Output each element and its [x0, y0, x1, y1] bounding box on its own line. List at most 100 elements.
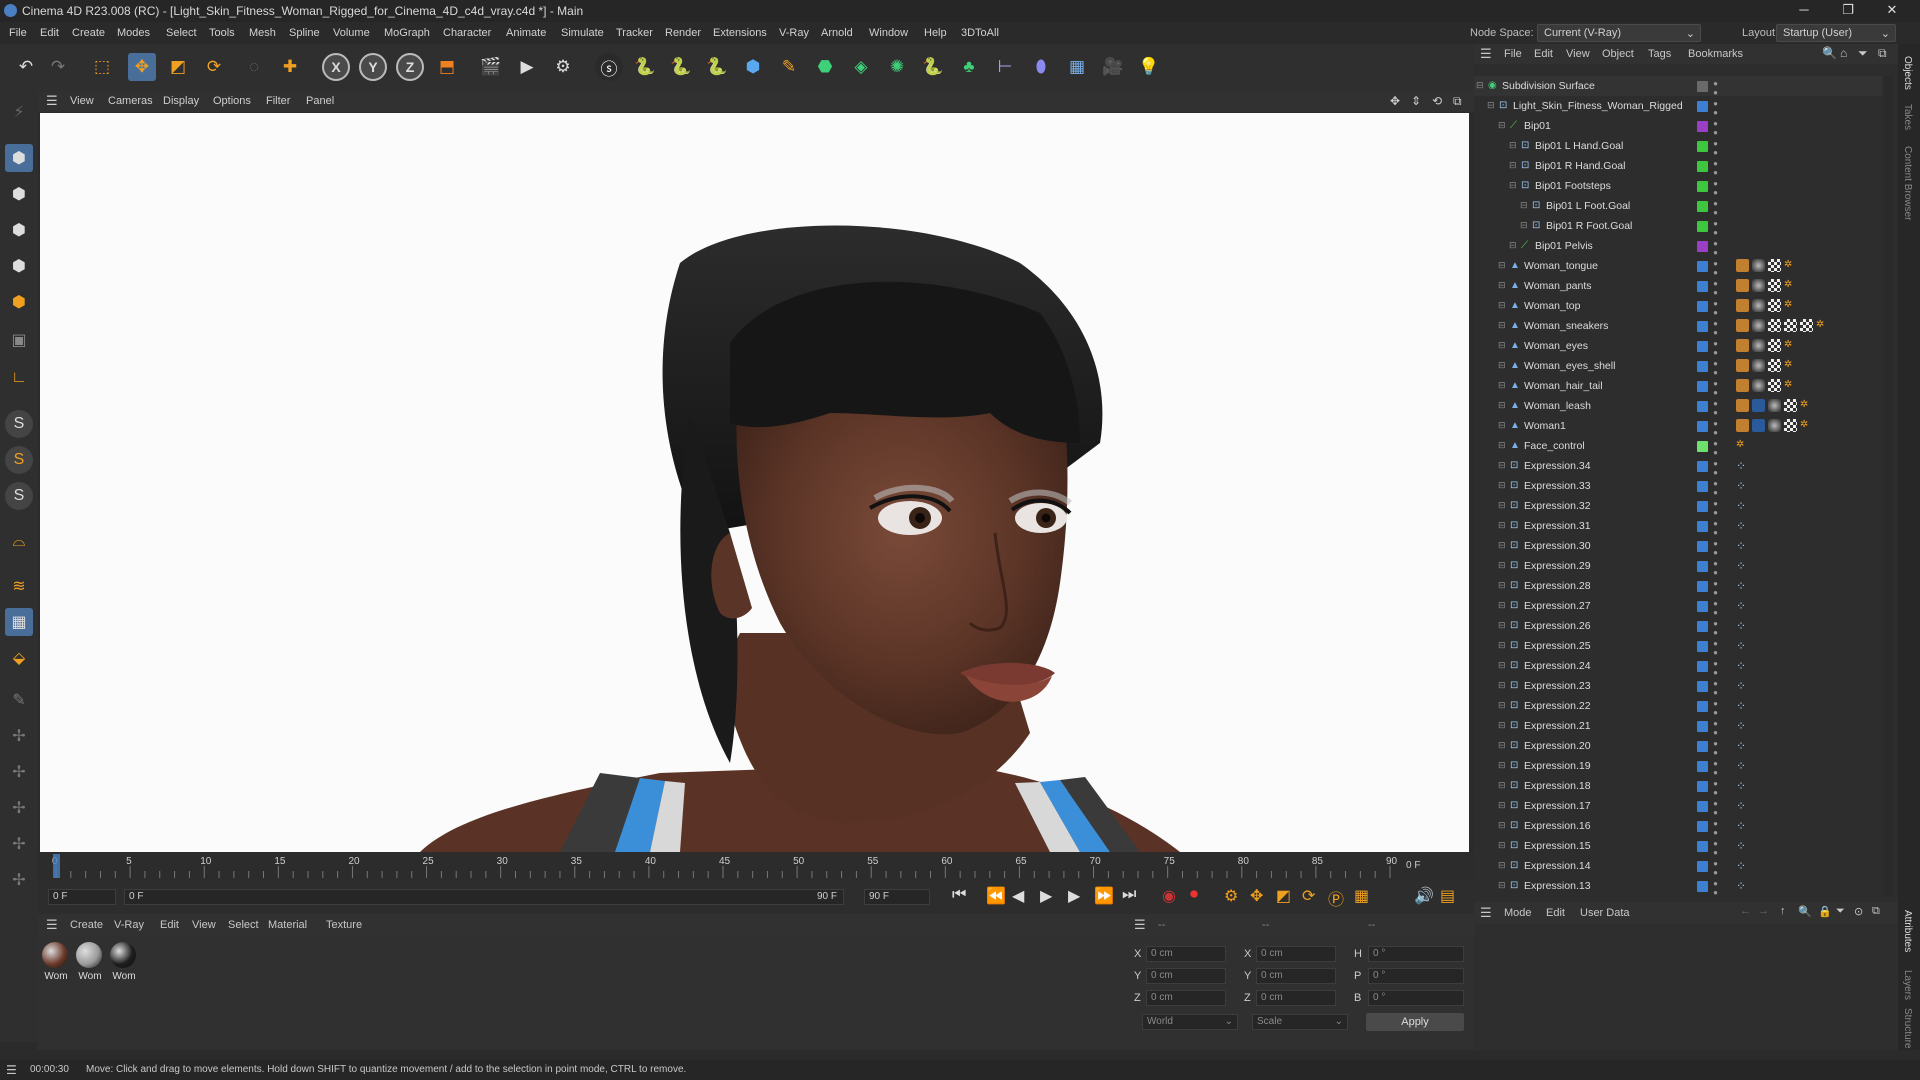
- expand-toggle-icon[interactable]: ⊟: [1509, 140, 1520, 151]
- cube-primitive-icon[interactable]: ⬢: [739, 53, 767, 81]
- object-row[interactable]: ⊟ ⊡ Expression.30 ●● ⁘: [1474, 536, 1882, 557]
- expand-toggle-icon[interactable]: ⊟: [1498, 620, 1509, 631]
- layer-color-swatch[interactable]: [1697, 181, 1708, 192]
- hamburger-icon[interactable]: ☰: [1134, 917, 1146, 933]
- object-row[interactable]: ⊟ ▲ Face_control ●● ✲: [1474, 436, 1882, 457]
- expand-toggle-icon[interactable]: ⊟: [1498, 540, 1509, 551]
- hamburger-icon[interactable]: ☰: [1480, 46, 1492, 62]
- layout-dropdown[interactable]: Startup (User) ⌄: [1776, 24, 1896, 42]
- object-row[interactable]: ⊟ ⊡ Expression.32 ●● ⁘: [1474, 496, 1882, 517]
- snap-settings-icon[interactable]: S: [5, 446, 33, 474]
- mat-tag-icon[interactable]: [1752, 379, 1765, 392]
- menu-simulate[interactable]: Simulate: [561, 27, 604, 39]
- rotation-field[interactable]: 0 °: [1368, 946, 1464, 962]
- scale-tool-icon[interactable]: ◩: [164, 53, 192, 81]
- expand-toggle-icon[interactable]: ⊟: [1476, 80, 1487, 91]
- visibility-dots-icon[interactable]: ●●: [1711, 139, 1720, 157]
- layer-color-swatch[interactable]: [1697, 841, 1708, 852]
- expand-toggle-icon[interactable]: ⊟: [1498, 640, 1509, 651]
- attr-menu-edit[interactable]: Edit: [1546, 907, 1565, 919]
- expand-toggle-icon[interactable]: ⊟: [1498, 440, 1509, 451]
- xpresso-tag-icon[interactable]: ⁘: [1736, 559, 1749, 573]
- check-tag-icon[interactable]: [1800, 319, 1813, 332]
- object-row[interactable]: ⊟ ▲ Woman_leash ●● ✲: [1474, 396, 1882, 417]
- expand-toggle-icon[interactable]: ⊟: [1520, 200, 1531, 211]
- visibility-dots-icon[interactable]: ●●: [1711, 499, 1720, 517]
- edge-mode-icon[interactable]: ⬢: [5, 252, 33, 280]
- check-tag-icon[interactable]: [1768, 319, 1781, 332]
- xpresso-tag-icon[interactable]: ⁘: [1736, 719, 1749, 733]
- expand-toggle-icon[interactable]: ⊟: [1498, 720, 1509, 731]
- visibility-dots-icon[interactable]: ●●: [1711, 119, 1720, 137]
- start-frame-field[interactable]: 0 F: [48, 889, 116, 905]
- menu-3dtoall[interactable]: 3DToAll: [961, 27, 999, 39]
- menu-tracker[interactable]: Tracker: [616, 27, 653, 39]
- xpresso-tag-icon[interactable]: ⁘: [1736, 779, 1749, 793]
- visibility-dots-icon[interactable]: ●●: [1711, 799, 1720, 817]
- mograph-effector-icon[interactable]: ♣: [955, 53, 983, 81]
- locked-workplane-icon[interactable]: ⬙: [5, 644, 33, 672]
- object-row[interactable]: ⊟ ⊡ Expression.22 ●● ⁘: [1474, 696, 1882, 717]
- skin-tag-icon[interactable]: [1736, 379, 1749, 392]
- scale-dropdown[interactable]: Scale ⌄: [1252, 1014, 1348, 1030]
- layer-color-swatch[interactable]: [1697, 481, 1708, 492]
- mirror-tool-icon[interactable]: ✢: [5, 866, 33, 894]
- visibility-dots-icon[interactable]: ●●: [1711, 479, 1720, 497]
- check-tag-icon[interactable]: [1768, 359, 1781, 372]
- visibility-dots-icon[interactable]: ●●: [1711, 879, 1720, 897]
- layer-color-swatch[interactable]: [1697, 241, 1708, 252]
- visibility-dots-icon[interactable]: ●●: [1711, 699, 1720, 717]
- expand-toggle-icon[interactable]: ⊟: [1498, 860, 1509, 871]
- menu-file[interactable]: File: [9, 27, 27, 39]
- mat-tag-icon[interactable]: [1752, 259, 1765, 272]
- menu-volume[interactable]: Volume: [333, 27, 370, 39]
- dots-tag-icon[interactable]: ✲: [1800, 399, 1813, 412]
- xpresso-tag-icon[interactable]: ⁘: [1736, 879, 1749, 893]
- expand-toggle-icon[interactable]: ⊟: [1498, 820, 1509, 831]
- material-swatch[interactable]: Wom: [110, 942, 138, 1002]
- skin-tag-icon[interactable]: [1736, 359, 1749, 372]
- timeline-ruler[interactable]: 051015202530354045505560657075808590 0 F: [38, 852, 1474, 880]
- object-row[interactable]: ⊟ ⊡ Bip01 R Hand.Goal ●●: [1474, 156, 1882, 177]
- rotation-key-icon[interactable]: ⟳: [1302, 886, 1315, 906]
- xpresso-tag-icon[interactable]: ⁘: [1736, 759, 1749, 773]
- material-menu-material[interactable]: Material: [268, 919, 307, 931]
- check-tag-icon[interactable]: [1768, 299, 1781, 312]
- 3d-viewport[interactable]: [40, 113, 1469, 852]
- xpresso-tag-icon[interactable]: ⁘: [1736, 599, 1749, 613]
- skin-tag-icon[interactable]: [1736, 299, 1749, 312]
- point-level-key-icon[interactable]: ▦: [1354, 886, 1369, 906]
- redo-icon[interactable]: ↷: [44, 53, 72, 81]
- menu-character[interactable]: Character: [443, 27, 491, 39]
- visibility-dots-icon[interactable]: ●●: [1711, 679, 1720, 697]
- xpresso-tag-icon[interactable]: ⁘: [1736, 679, 1749, 693]
- playhead[interactable]: [53, 854, 60, 878]
- layer-color-swatch[interactable]: [1697, 521, 1708, 532]
- layer-color-swatch[interactable]: [1697, 821, 1708, 832]
- visibility-dots-icon[interactable]: ●●: [1711, 859, 1720, 877]
- polygon-mode-icon[interactable]: ⬢: [5, 288, 33, 316]
- layer-color-swatch[interactable]: [1697, 281, 1708, 292]
- sound-icon[interactable]: 🔊: [1414, 886, 1434, 906]
- check-tag-icon[interactable]: [1768, 259, 1781, 272]
- expand-toggle-icon[interactable]: ⊟: [1498, 840, 1509, 851]
- layer-color-swatch[interactable]: [1697, 201, 1708, 212]
- rotate-tool-icon[interactable]: ⟳: [200, 53, 228, 81]
- expand-toggle-icon[interactable]: ⊟: [1498, 560, 1509, 571]
- material-menu-texture[interactable]: Texture: [326, 919, 362, 931]
- xpresso-tag-icon[interactable]: ⁘: [1736, 519, 1749, 533]
- parameter-key-icon[interactable]: Ⓟ: [1328, 886, 1344, 910]
- expand-toggle-icon[interactable]: ⊟: [1487, 100, 1498, 111]
- prev-key-icon[interactable]: ⏪: [986, 886, 1006, 906]
- rotation-field[interactable]: 0 °: [1368, 968, 1464, 984]
- light-icon[interactable]: 💡: [1135, 53, 1163, 81]
- expand-toggle-icon[interactable]: ⊟: [1498, 740, 1509, 751]
- layer-color-swatch[interactable]: [1697, 561, 1708, 572]
- visibility-dots-icon[interactable]: ●●: [1711, 319, 1720, 337]
- object-row[interactable]: ⊟ ⊡ Light_Skin_Fitness_Woman_Rigged ●●: [1474, 96, 1882, 117]
- layer-color-swatch[interactable]: [1697, 381, 1708, 392]
- close-button[interactable]: ✕: [1874, 2, 1910, 18]
- expand-toggle-icon[interactable]: ⊟: [1520, 220, 1531, 231]
- expand-toggle-icon[interactable]: ⊟: [1498, 300, 1509, 311]
- position-field[interactable]: 0 cm: [1146, 946, 1226, 962]
